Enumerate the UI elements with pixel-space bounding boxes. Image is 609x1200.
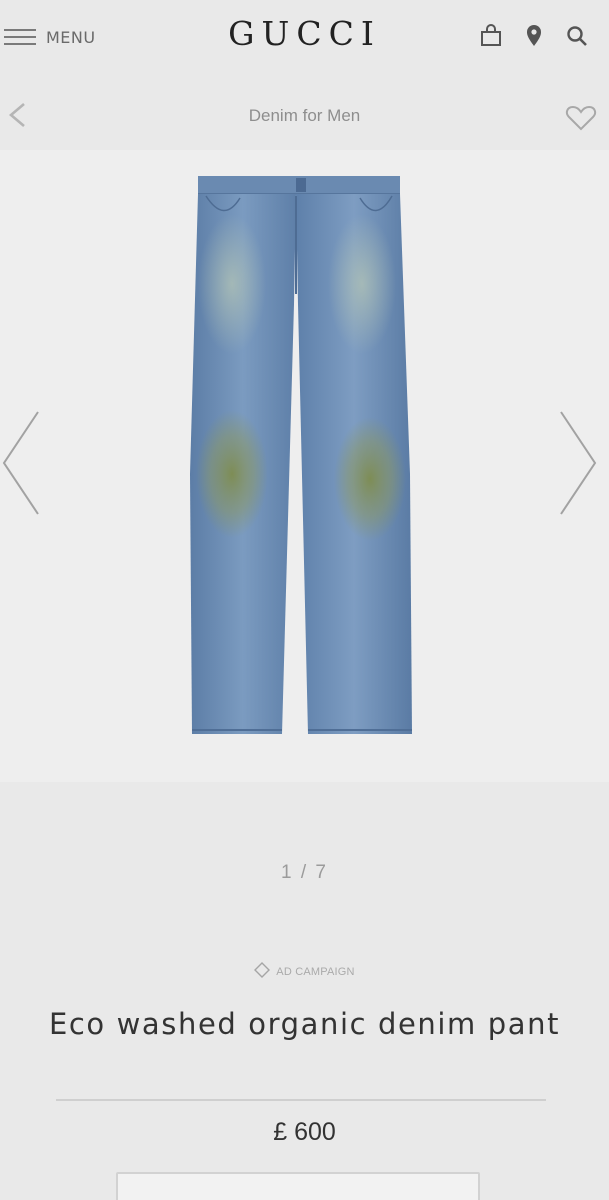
size-select[interactable] bbox=[116, 1172, 480, 1200]
shopping-bag-icon[interactable] bbox=[479, 24, 503, 48]
product-image-jeans[interactable] bbox=[184, 174, 416, 740]
category-title[interactable]: Denim for Men bbox=[0, 106, 609, 126]
header-actions bbox=[479, 24, 589, 48]
product-name: Eco washed organic denim pant bbox=[48, 1007, 561, 1041]
diamond-icon bbox=[254, 962, 271, 982]
search-icon[interactable] bbox=[565, 24, 589, 48]
divider bbox=[56, 1099, 546, 1101]
product-price: £ 600 bbox=[273, 1118, 336, 1146]
sub-header: Denim for Men bbox=[0, 88, 609, 146]
heart-icon[interactable] bbox=[565, 104, 597, 136]
product-gallery[interactable] bbox=[0, 150, 609, 782]
next-arrow-icon[interactable] bbox=[555, 408, 599, 522]
location-pin-icon[interactable] bbox=[524, 24, 544, 48]
ad-campaign-tag[interactable]: AD CAMPAIGN bbox=[0, 962, 609, 982]
campaign-label: AD CAMPAIGN bbox=[276, 966, 355, 978]
image-counter: 1 / 7 bbox=[281, 862, 328, 883]
top-bar: MENU GUCCI bbox=[0, 0, 609, 72]
product-page: MENU GUCCI Denim for Men 1 / 7 AD CAMPAI… bbox=[0, 0, 609, 1200]
previous-arrow-icon[interactable] bbox=[0, 408, 44, 522]
